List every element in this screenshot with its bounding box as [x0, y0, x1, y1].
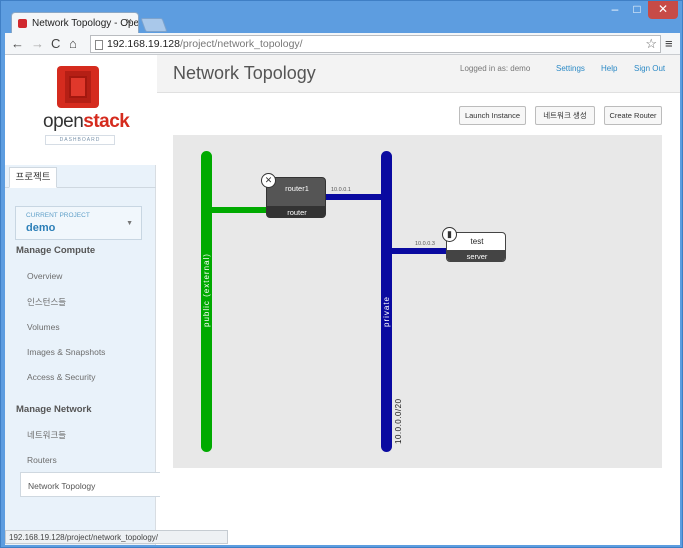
minimize-icon[interactable]: – [604, 1, 626, 19]
create-router-button[interactable]: Create Router [604, 106, 662, 125]
help-link[interactable]: Help [601, 64, 617, 73]
project-switcher[interactable]: CURRENT PROJECT demo ▼ [15, 206, 142, 240]
tab-close-icon[interactable]: × [126, 16, 132, 28]
browser-window: Network Topology - Ope × – □ ✕ ← → C ⌂ 1… [0, 0, 683, 548]
sidebar-item-images-snapshots[interactable]: Images & Snapshots [27, 347, 105, 357]
link-router-private [325, 194, 383, 200]
logged-in-text: Logged in as: demo [460, 64, 531, 73]
sidebar-item-overview[interactable]: Overview [27, 271, 62, 281]
page-title: Network Topology [173, 63, 316, 83]
browser-menu-icon[interactable]: ≡ [665, 36, 673, 51]
router-name: router1 [285, 184, 309, 193]
status-bar-url: 192.168.19.128/project/network_topology/ [5, 530, 228, 544]
tab-title: Network Topology - Ope [32, 18, 139, 29]
link-router-public [210, 207, 267, 213]
topology-canvas: public (external) private 10.0.0.0/20 10… [173, 135, 662, 468]
current-project-label: CURRENT PROJECT [26, 212, 90, 219]
browser-tab[interactable]: Network Topology - Ope × [11, 12, 139, 34]
url-path: /project/network_topology/ [180, 38, 303, 50]
new-tab-button[interactable] [140, 18, 168, 32]
section-manage-network: Manage Network [16, 404, 92, 415]
brand[interactable]: openstack DASHBOARD [5, 55, 156, 165]
sidebar-item-access-security[interactable]: Access & Security [27, 372, 96, 382]
tab-project[interactable]: 프로젝트 [9, 167, 57, 188]
sidebar-item-instances[interactable]: 인스턴스들 [27, 296, 66, 308]
brand-stack: stack [83, 111, 130, 132]
router-ip-label: 10.0.0.1 [331, 187, 351, 193]
network-public-label: public (external) [202, 253, 211, 327]
current-project-value: demo [26, 222, 56, 234]
server-type: server [447, 250, 505, 261]
sidebar-item-networks[interactable]: 네트워크들 [27, 429, 66, 441]
server-ip-label: 10.0.0.3 [415, 241, 435, 247]
home-icon[interactable]: ⌂ [69, 36, 77, 52]
network-private-label: private [382, 295, 391, 327]
bookmark-star-icon[interactable]: ☆ [645, 36, 657, 52]
sidebar-item-routers[interactable]: Routers [27, 455, 57, 465]
openstack-favicon-icon [18, 19, 27, 28]
page-header: Network Topology Logged in as: demo Sett… [157, 55, 680, 93]
page: openstack DASHBOARD 프로젝트 CURRENT PROJECT… [5, 55, 680, 545]
maximize-icon[interactable]: □ [626, 1, 648, 19]
brand-subtitle: DASHBOARD [45, 135, 115, 145]
sidebar: openstack DASHBOARD 프로젝트 CURRENT PROJECT… [5, 55, 160, 545]
openstack-logo-icon [57, 66, 99, 108]
launch-instance-button[interactable]: Launch Instance [459, 106, 526, 125]
server-icon: ▮ [442, 227, 457, 242]
main-content: Network Topology Logged in as: demo Sett… [157, 55, 680, 545]
router-icon: ✕ [261, 173, 276, 188]
sidebar-item-volumes[interactable]: Volumes [27, 322, 60, 332]
router-type: router [267, 206, 325, 217]
sign-out-link[interactable]: Sign Out [634, 64, 665, 73]
browser-toolbar: ← → C ⌂ 192.168.19.128/project/network_t… [5, 33, 680, 55]
url-host: 192.168.19.128 [107, 38, 180, 50]
link-server-private [390, 248, 447, 254]
create-network-button[interactable]: 네트워크 생성 [535, 106, 595, 125]
chevron-down-icon: ▼ [126, 220, 133, 227]
page-icon [95, 40, 103, 50]
network-private-cidr: 10.0.0.0/20 [394, 398, 403, 444]
forward-icon[interactable]: → [31, 36, 44, 52]
brand-name: openstack [43, 111, 130, 133]
back-icon[interactable]: ← [11, 36, 24, 52]
tab-strip: Network Topology - Ope × [5, 9, 680, 34]
address-bar[interactable]: 192.168.19.128/project/network_topology/… [90, 35, 661, 53]
brand-open: open [43, 111, 84, 132]
settings-link[interactable]: Settings [556, 64, 585, 73]
reload-icon[interactable]: C [51, 36, 60, 52]
close-window-icon[interactable]: ✕ [648, 1, 678, 19]
sidebar-item-network-topology[interactable]: Network Topology [20, 472, 160, 497]
section-manage-compute: Manage Compute [16, 245, 96, 256]
